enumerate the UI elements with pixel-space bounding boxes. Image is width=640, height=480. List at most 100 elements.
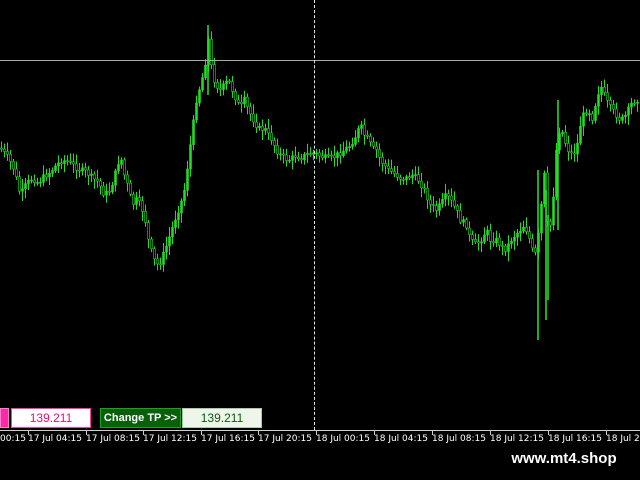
candle-body (180, 200, 183, 214)
candle-body (567, 143, 570, 153)
candle-body (126, 174, 129, 184)
candle-body (66, 160, 69, 162)
candle-body (96, 178, 99, 182)
candle-body (501, 245, 504, 247)
candle-body (234, 91, 237, 101)
candle-body (390, 168, 393, 172)
candle-body (294, 155, 297, 158)
candle-body (495, 237, 498, 244)
candle-body (456, 205, 459, 211)
candle-body (375, 145, 378, 150)
candle-body (93, 173, 96, 180)
candle-body (117, 164, 120, 172)
candle-body (354, 137, 357, 145)
candle-body (591, 113, 594, 121)
candle-body (525, 226, 528, 233)
candle-body (582, 112, 585, 127)
candle-body (69, 161, 72, 163)
candle-body (258, 125, 261, 128)
candle-body (411, 174, 414, 179)
candle-body (84, 167, 87, 171)
candle-body (516, 233, 519, 238)
candle-body (339, 152, 342, 156)
candle-body (447, 193, 450, 197)
candle-body (432, 204, 435, 206)
change-sl-button[interactable] (0, 408, 9, 428)
candle-body (597, 94, 600, 107)
candle-body (510, 241, 513, 245)
candle-body (6, 151, 9, 155)
candle-body (60, 162, 63, 165)
sl-value-field[interactable]: 139.211 (11, 408, 91, 428)
candle-body (348, 146, 351, 148)
candle-body (444, 193, 447, 200)
candle-body (588, 113, 591, 116)
candle-body (120, 159, 123, 165)
candle-body (531, 238, 534, 249)
candle-body (213, 64, 216, 83)
candle-body (105, 190, 108, 196)
candle-body (225, 80, 228, 85)
candle-body (45, 174, 48, 178)
candle-body (459, 210, 462, 223)
change-tp-button[interactable]: Change TP >> (100, 408, 181, 428)
candle-body (237, 99, 240, 103)
candle-body (387, 165, 390, 169)
price-level-line[interactable] (0, 60, 640, 61)
candle-body (177, 212, 180, 221)
candle-body (57, 162, 60, 167)
candle-body (3, 148, 6, 152)
candle-body (489, 229, 492, 242)
candle-body (630, 102, 633, 108)
candle-body (174, 219, 177, 228)
candle-body (189, 144, 192, 170)
candle-body (621, 116, 624, 121)
price-chart[interactable]: 139.211 Change TP >> 139.211 (0, 0, 640, 430)
candle-body (33, 179, 36, 183)
candle-body (393, 170, 396, 174)
candle-body (72, 161, 75, 165)
tp-value-field[interactable]: 139.211 (182, 408, 262, 428)
candle-body (363, 124, 366, 136)
candle-body (585, 112, 588, 115)
candle-body (378, 149, 381, 158)
candle-body (333, 155, 336, 158)
candle-body (183, 190, 186, 202)
candle-body (171, 227, 174, 238)
candle-body (549, 221, 552, 226)
candle-body (573, 152, 576, 155)
candle-body (615, 108, 618, 118)
candle-body (462, 219, 465, 223)
candle-body (144, 211, 147, 223)
candle-body (606, 92, 609, 101)
candle-body (618, 117, 621, 121)
candle-body (48, 172, 51, 178)
candle-body (129, 182, 132, 195)
candle-body (222, 83, 225, 90)
candle-body (228, 80, 231, 83)
candle-body (54, 165, 57, 171)
time-tick-label: 17 Jul 04:15 (28, 434, 82, 444)
candle-body (351, 144, 354, 147)
candle-body (342, 150, 345, 156)
time-tick-label: 17 Jul 16:15 (201, 434, 255, 444)
candle-body (579, 125, 582, 144)
candle-body (36, 182, 39, 184)
candle-body (231, 81, 234, 92)
candle-body (87, 169, 90, 176)
candle-body (441, 198, 444, 205)
time-tick-label: 18 Jul 12:15 (490, 434, 544, 444)
candle-body (402, 179, 405, 181)
candle-body (192, 119, 195, 145)
candle-body (219, 87, 222, 90)
candle-body (165, 245, 168, 253)
time-tick-label: 00:15 (0, 434, 26, 444)
candle-body (162, 251, 165, 265)
candle-body (132, 194, 135, 205)
candle-body (249, 106, 252, 115)
candle-body (99, 180, 102, 187)
candle-body (243, 96, 246, 105)
candle-body (159, 263, 162, 266)
candle-body (195, 102, 198, 121)
candle-body (21, 188, 24, 192)
